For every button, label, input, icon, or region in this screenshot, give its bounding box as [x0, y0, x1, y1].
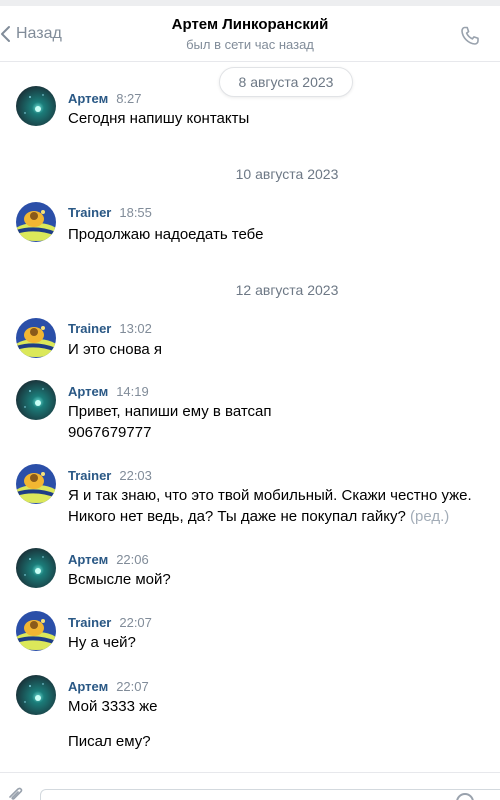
avatar-trainer[interactable]	[16, 318, 56, 358]
message-author[interactable]: Trainer	[68, 205, 111, 220]
message-author[interactable]: Артем	[68, 384, 108, 399]
message-text: 9067679777	[68, 424, 152, 441]
message-text: Я и так знаю, что это твой мобильный. Ск…	[68, 487, 472, 504]
message-text: Продолжаю надоедать тебе	[68, 226, 264, 243]
message-text: Ну а чей?	[68, 634, 136, 651]
message-time[interactable]: 22:06	[116, 552, 149, 567]
message-text: Привет, напиши ему в ватсап	[68, 403, 272, 420]
message-text: Писал ему?	[68, 733, 151, 750]
message-time[interactable]: 14:19	[116, 384, 149, 399]
message-author[interactable]: Trainer	[68, 321, 111, 336]
message-author[interactable]: Артем	[68, 552, 108, 567]
message-text: Никого нет ведь, да? Ты даже не покупал …	[68, 508, 406, 525]
message-author[interactable]: Артем	[68, 91, 108, 106]
message-time[interactable]: 8:27	[116, 91, 141, 106]
edited-label[interactable]: (ред.)	[410, 508, 449, 525]
online-status: был в сети час назад	[186, 37, 314, 52]
message-time[interactable]: 22:03	[119, 468, 152, 483]
paperclip-icon	[9, 787, 23, 800]
message-input[interactable]	[40, 789, 500, 800]
call-button[interactable]	[458, 24, 482, 48]
back-button[interactable]: Назад	[0, 20, 62, 48]
avatar-trainer[interactable]	[16, 611, 56, 651]
avatar-trainer[interactable]	[16, 202, 56, 242]
message-time[interactable]: 22:07	[116, 679, 149, 694]
message-author[interactable]: Артем	[68, 679, 108, 694]
message-text: Всмысле мой?	[68, 571, 171, 588]
message-author[interactable]: Trainer	[68, 615, 111, 630]
chat-title: Артем Линкоранский	[171, 16, 329, 33]
phone-icon	[461, 26, 479, 45]
attach-button[interactable]	[6, 787, 24, 800]
avatar-artem[interactable]	[16, 86, 56, 126]
avatar-artem[interactable]	[16, 675, 56, 715]
message-time[interactable]: 13:02	[119, 321, 152, 336]
back-label: Назад	[16, 25, 62, 42]
message-text-line: Никого нет ведь, да? Ты даже не покупал …	[68, 506, 449, 527]
message-text: Мой 3333 же	[68, 698, 158, 715]
date-separator: 12 августа 2023	[235, 282, 339, 298]
message-text: Сегодня напишу контакты	[68, 110, 250, 127]
message-author[interactable]: Trainer	[68, 468, 111, 483]
chevron-left-icon	[1, 26, 10, 42]
floating-date-badge: 8 августа 2023	[219, 67, 353, 97]
avatar-artem[interactable]	[16, 548, 56, 588]
message-time[interactable]: 18:55	[119, 205, 152, 220]
chat-title-block[interactable]: Артем Линкоранский был в сети час назад	[130, 16, 370, 54]
date-separator: 10 августа 2023	[235, 166, 339, 182]
avatar-trainer[interactable]	[16, 464, 56, 504]
chat-header: Назад Артем Линкоранский был в сети час …	[0, 6, 500, 62]
composer-bar	[0, 772, 500, 800]
message-time[interactable]: 22:07	[119, 615, 152, 630]
message-text: И это снова я	[68, 341, 163, 358]
avatar-artem[interactable]	[16, 380, 56, 420]
